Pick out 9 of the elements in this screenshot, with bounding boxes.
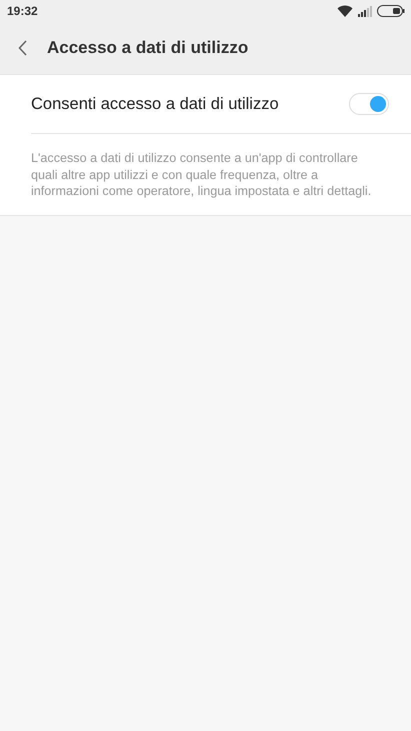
description-text: L'accesso a dati di utilizzo consente a un'app di controllare quali altre app utilizzi e con quale frequenza, oltre a informazioni come operatore, lingua impostata e altri dettagli. bbox=[31, 150, 372, 200]
signal-icon bbox=[358, 6, 372, 16]
battery-icon bbox=[377, 5, 405, 17]
back-icon[interactable] bbox=[18, 40, 28, 56]
wifi-icon bbox=[337, 5, 353, 17]
setting-label: Consenti accesso a dati di utilizzo bbox=[31, 94, 279, 114]
toggle-switch[interactable] bbox=[349, 93, 389, 115]
clock: 19:32 bbox=[7, 4, 38, 18]
page-title: Accesso a dati di utilizzo bbox=[47, 38, 248, 58]
